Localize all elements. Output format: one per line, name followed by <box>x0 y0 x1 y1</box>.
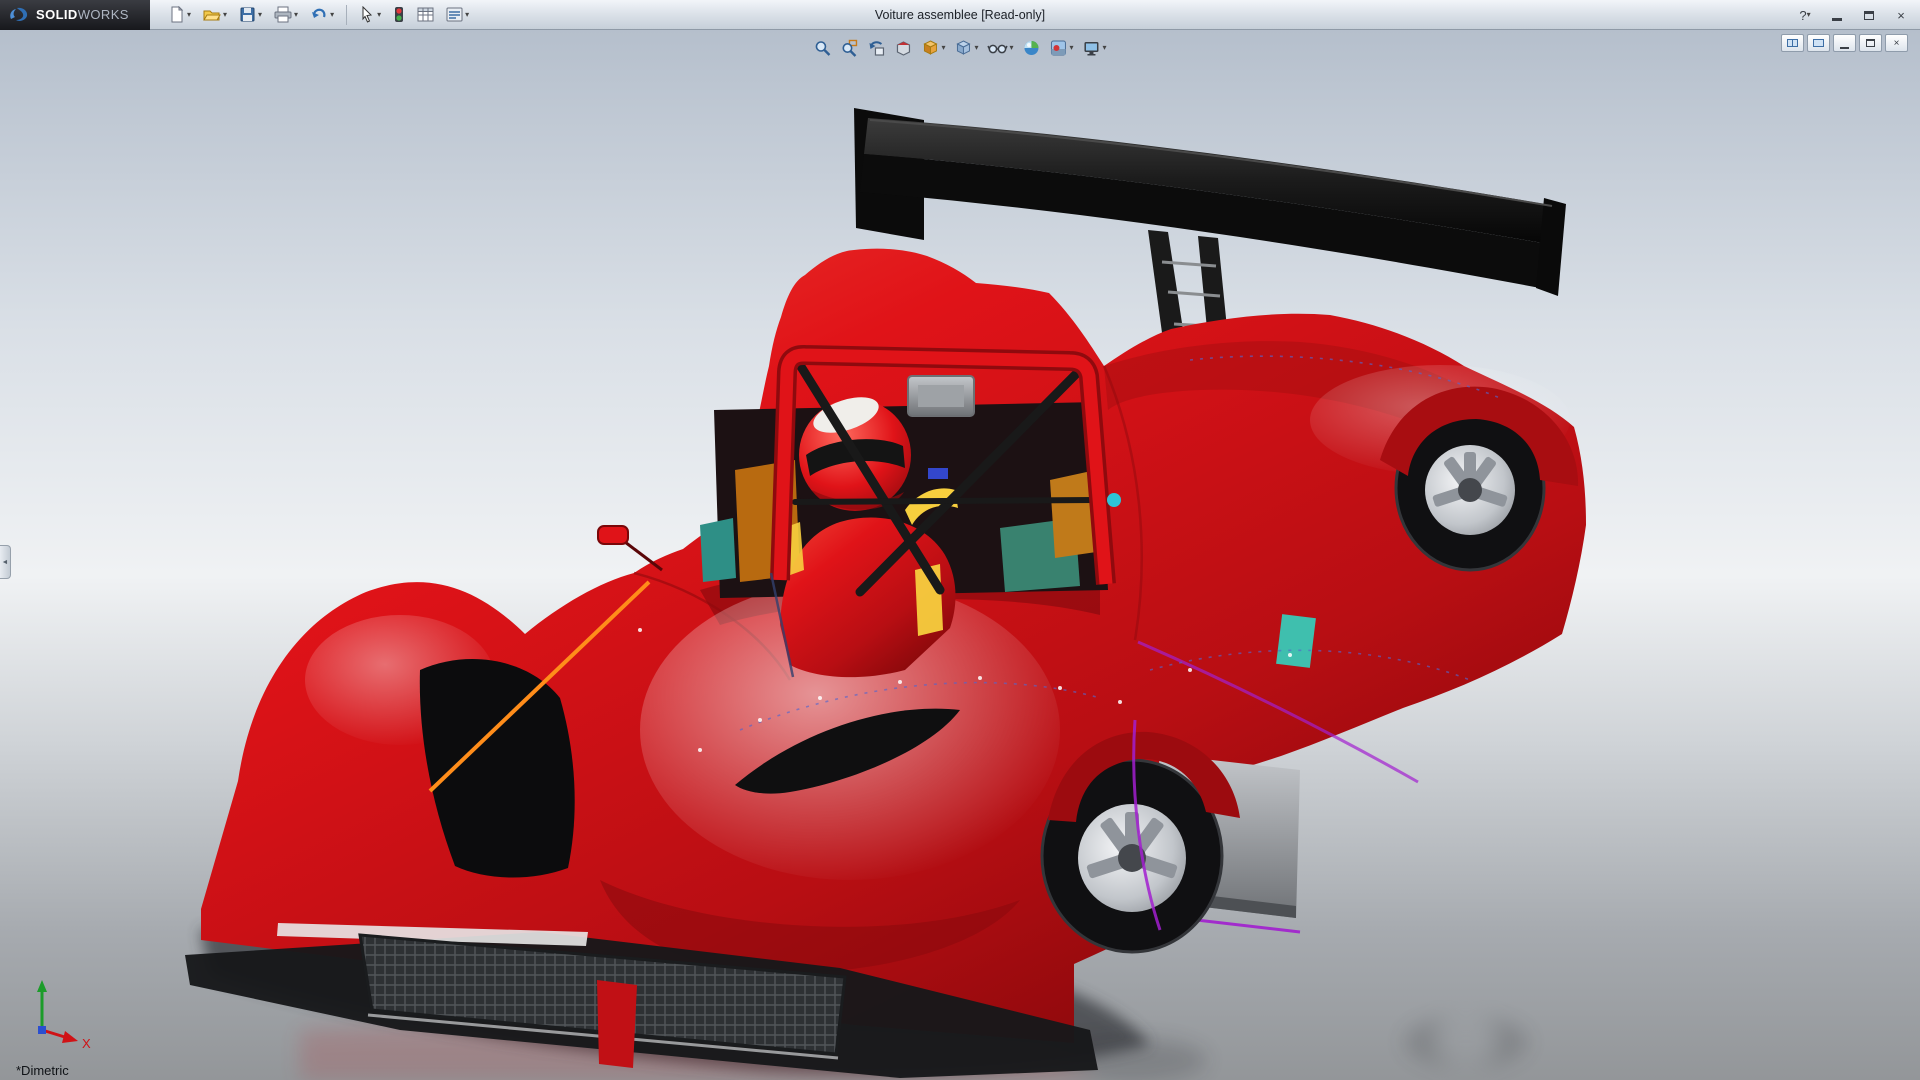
solidworks-window: SOLIDWORKS ▾ ▾ <box>0 0 1920 1080</box>
minimize-doc-icon <box>1840 47 1849 49</box>
dropdown-arrow[interactable]: ▾ <box>974 44 978 52</box>
orientation-triad: X <box>37 980 91 1051</box>
window-controls: ?▾ × <box>1794 0 1912 30</box>
save-button[interactable]: ▾ <box>235 3 266 26</box>
zoom-to-area-button[interactable] <box>837 36 861 60</box>
undo-button[interactable]: ▾ <box>306 3 338 26</box>
select-cursor-icon <box>359 6 375 23</box>
zoom-to-fit-icon <box>813 39 831 57</box>
minimize-icon <box>1832 18 1842 21</box>
open-button[interactable]: ▾ <box>199 3 231 26</box>
previous-view-button[interactable] <box>864 36 888 60</box>
view-settings-button[interactable]: ▾ <box>1080 36 1110 60</box>
hide-show-items-button[interactable]: ▾ <box>984 36 1016 60</box>
design-table-icon <box>417 6 434 23</box>
minimize-button[interactable] <box>1826 5 1848 25</box>
full-pane-button[interactable] <box>1807 34 1830 52</box>
close-button[interactable]: × <box>1890 5 1912 25</box>
center-intake <box>908 376 974 416</box>
car-model[interactable] <box>185 108 1586 1078</box>
title-bar: SOLIDWORKS ▾ ▾ <box>0 0 1920 30</box>
dropdown-arrow[interactable]: ▾ <box>941 44 945 52</box>
close-icon: × <box>1897 8 1905 23</box>
split-pane-button[interactable] <box>1781 34 1804 52</box>
zoom-to-fit-button[interactable] <box>810 36 834 60</box>
dropdown-arrow[interactable]: ▾ <box>1070 44 1074 52</box>
restore-doc-icon <box>1866 39 1875 47</box>
model-scene[interactable]: X <box>0 30 1920 1080</box>
display-style-icon <box>954 39 972 57</box>
zoom-to-area-icon <box>840 39 858 57</box>
dropdown-arrow[interactable]: ▾ <box>465 11 469 19</box>
new-document-icon <box>168 6 185 23</box>
close-doc-icon: × <box>1894 38 1900 49</box>
full-pane-icon <box>1813 39 1824 47</box>
mirror <box>598 526 662 570</box>
dropdown-arrow[interactable]: ▾ <box>258 11 262 19</box>
new-document-button[interactable]: ▾ <box>164 3 195 26</box>
undo-arrow-icon <box>310 6 328 23</box>
dropdown-arrow[interactable]: ▾ <box>330 11 334 19</box>
restore-icon <box>1864 11 1874 20</box>
document-window-buttons: × <box>1781 34 1908 52</box>
dropdown-arrow[interactable]: ▾ <box>187 11 191 19</box>
dropdown-arrow[interactable]: ▾ <box>377 11 381 19</box>
split-pane-icon <box>1787 39 1798 47</box>
view-orientation-button[interactable]: ▾ <box>918 36 948 60</box>
open-folder-icon <box>203 6 221 23</box>
feature-pane-collapsed-tab[interactable]: ◄ <box>0 545 11 579</box>
pane-collapse-icon: ◄ <box>2 559 9 566</box>
close-doc-button[interactable]: × <box>1885 34 1908 52</box>
options-icon <box>446 6 463 23</box>
help-button[interactable]: ?▾ <box>1794 5 1816 25</box>
rebuild-button[interactable] <box>389 3 409 26</box>
apply-scene-icon <box>1050 39 1068 57</box>
splitter-pylon <box>597 980 637 1068</box>
minimize-doc-button[interactable] <box>1833 34 1856 52</box>
design-table-button[interactable] <box>413 3 438 26</box>
view-orientation-label: *Dimetric <box>16 1063 69 1078</box>
print-button[interactable]: ▾ <box>270 3 302 26</box>
edit-appearance-button[interactable] <box>1020 36 1044 60</box>
solidworks-brand: SOLIDWORKS <box>0 0 150 30</box>
section-view-button[interactable] <box>891 36 915 60</box>
dropdown-arrow[interactable]: ▾ <box>294 11 298 19</box>
previous-view-icon <box>867 39 885 57</box>
printer-icon <box>274 6 292 23</box>
dropdown-arrow[interactable]: ▾ <box>1009 44 1013 52</box>
triad-x-label: X <box>82 1036 91 1051</box>
section-view-icon <box>894 39 912 57</box>
save-floppy-icon <box>239 6 256 23</box>
brand-name: SOLIDWORKS <box>36 7 129 22</box>
main-toolbar: ▾ ▾ ▾ <box>164 3 473 26</box>
document-title: Voiture assemblee [Read-only] <box>875 0 1045 30</box>
select-button[interactable]: ▾ <box>355 3 385 26</box>
restore-button[interactable] <box>1858 5 1880 25</box>
apply-scene-button[interactable]: ▾ <box>1047 36 1077 60</box>
restore-doc-button[interactable] <box>1859 34 1882 52</box>
dropdown-arrow[interactable]: ▾ <box>223 11 227 19</box>
rebuild-traffic-light-icon <box>393 6 405 23</box>
edit-appearance-ball-icon <box>1023 39 1041 57</box>
dropdown-arrow[interactable]: ▾ <box>1103 44 1107 52</box>
hide-show-glasses-icon <box>987 39 1007 57</box>
view-settings-monitor-icon <box>1083 39 1101 57</box>
display-style-button[interactable]: ▾ <box>951 36 981 60</box>
dassault-3ds-logo-icon <box>8 6 30 24</box>
heads-up-view-toolbar: ▾ ▾ ▾ <box>810 36 1109 60</box>
view-orientation-cube-icon <box>921 39 939 57</box>
toolbar-separator <box>346 5 347 25</box>
graphics-viewport[interactable]: X <box>0 30 1920 1080</box>
options-button[interactable]: ▾ <box>442 3 473 26</box>
